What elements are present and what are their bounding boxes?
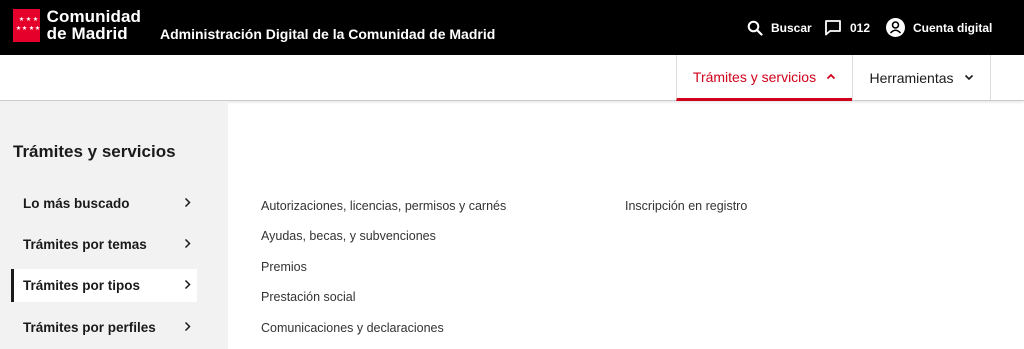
link-ayudas[interactable]: Ayudas, becas, y subvenciones [261,229,436,243]
link-comunicaciones[interactable]: Comunicaciones y declaraciones [261,321,444,335]
chat-bubble-icon [825,20,841,36]
chevron-right-icon [184,238,191,249]
tab-tramites-y-servicios[interactable]: Trámites y servicios [676,55,852,101]
chevron-up-icon [826,73,836,80]
sidebar-item-tramites-por-perfiles[interactable]: Trámites por perfiles [11,311,197,344]
link-inscripcion-registro[interactable]: Inscripción en registro [625,199,747,213]
tab-label: Herramientas [869,69,954,86]
search-button[interactable]: Buscar [747,0,812,55]
sidebar-item-label: Trámites por tipos [23,278,141,293]
tab-label: Trámites y servicios [692,68,817,85]
account-label: Cuenta digital [913,20,993,35]
account-button[interactable]: Cuenta digital [886,0,992,55]
phone-label: 012 [850,20,871,35]
main-nav: Trámites y servicios Herramientas [0,55,1024,101]
sidebar-item-tramites-por-tipos[interactable]: Trámites por tipos [11,269,197,302]
link-prestacion-social[interactable]: Prestación social [261,290,356,304]
chevron-down-icon [964,74,973,81]
logo-line-1: Comunidad [46,7,141,26]
sidebar-item-tramites-por-temas[interactable]: Trámites por temas [11,228,197,261]
phone-012-button[interactable]: 012 [824,0,870,55]
search-label: Buscar [771,20,812,35]
sidebar-item-lo-mas-buscado[interactable]: Lo más buscado [11,187,197,220]
sidebar-item-label: Lo más buscado [23,196,130,211]
sidebar-item-label: Trámites por perfiles [23,320,156,335]
tab-herramientas[interactable]: Herramientas [852,55,991,100]
comunidad-madrid-logo[interactable]: Comunidad de Madrid [13,5,141,45]
link-autorizaciones[interactable]: Autorizaciones, licencias, permisos y ca… [261,199,506,213]
sidebar-item-label: Trámites por temas [23,237,147,252]
sidebar: Trámites y servicios Lo más buscado Trám… [0,101,228,349]
user-avatar-icon [886,18,905,37]
chevron-right-icon [184,279,191,290]
link-premios[interactable]: Premios [261,260,307,274]
top-bar: Comunidad de Madrid Administración Digit… [0,0,1024,55]
chevron-right-icon [184,321,191,332]
chevron-right-icon [184,197,191,208]
logo-line-2: de Madrid [46,24,128,43]
sidebar-title: Trámites y servicios [13,142,176,161]
site-title: Administración Digital de la Comunidad d… [160,26,496,42]
madrid-flag-icon [13,8,40,42]
logo-text: Comunidad de Madrid [47,8,141,42]
search-icon [747,20,763,36]
